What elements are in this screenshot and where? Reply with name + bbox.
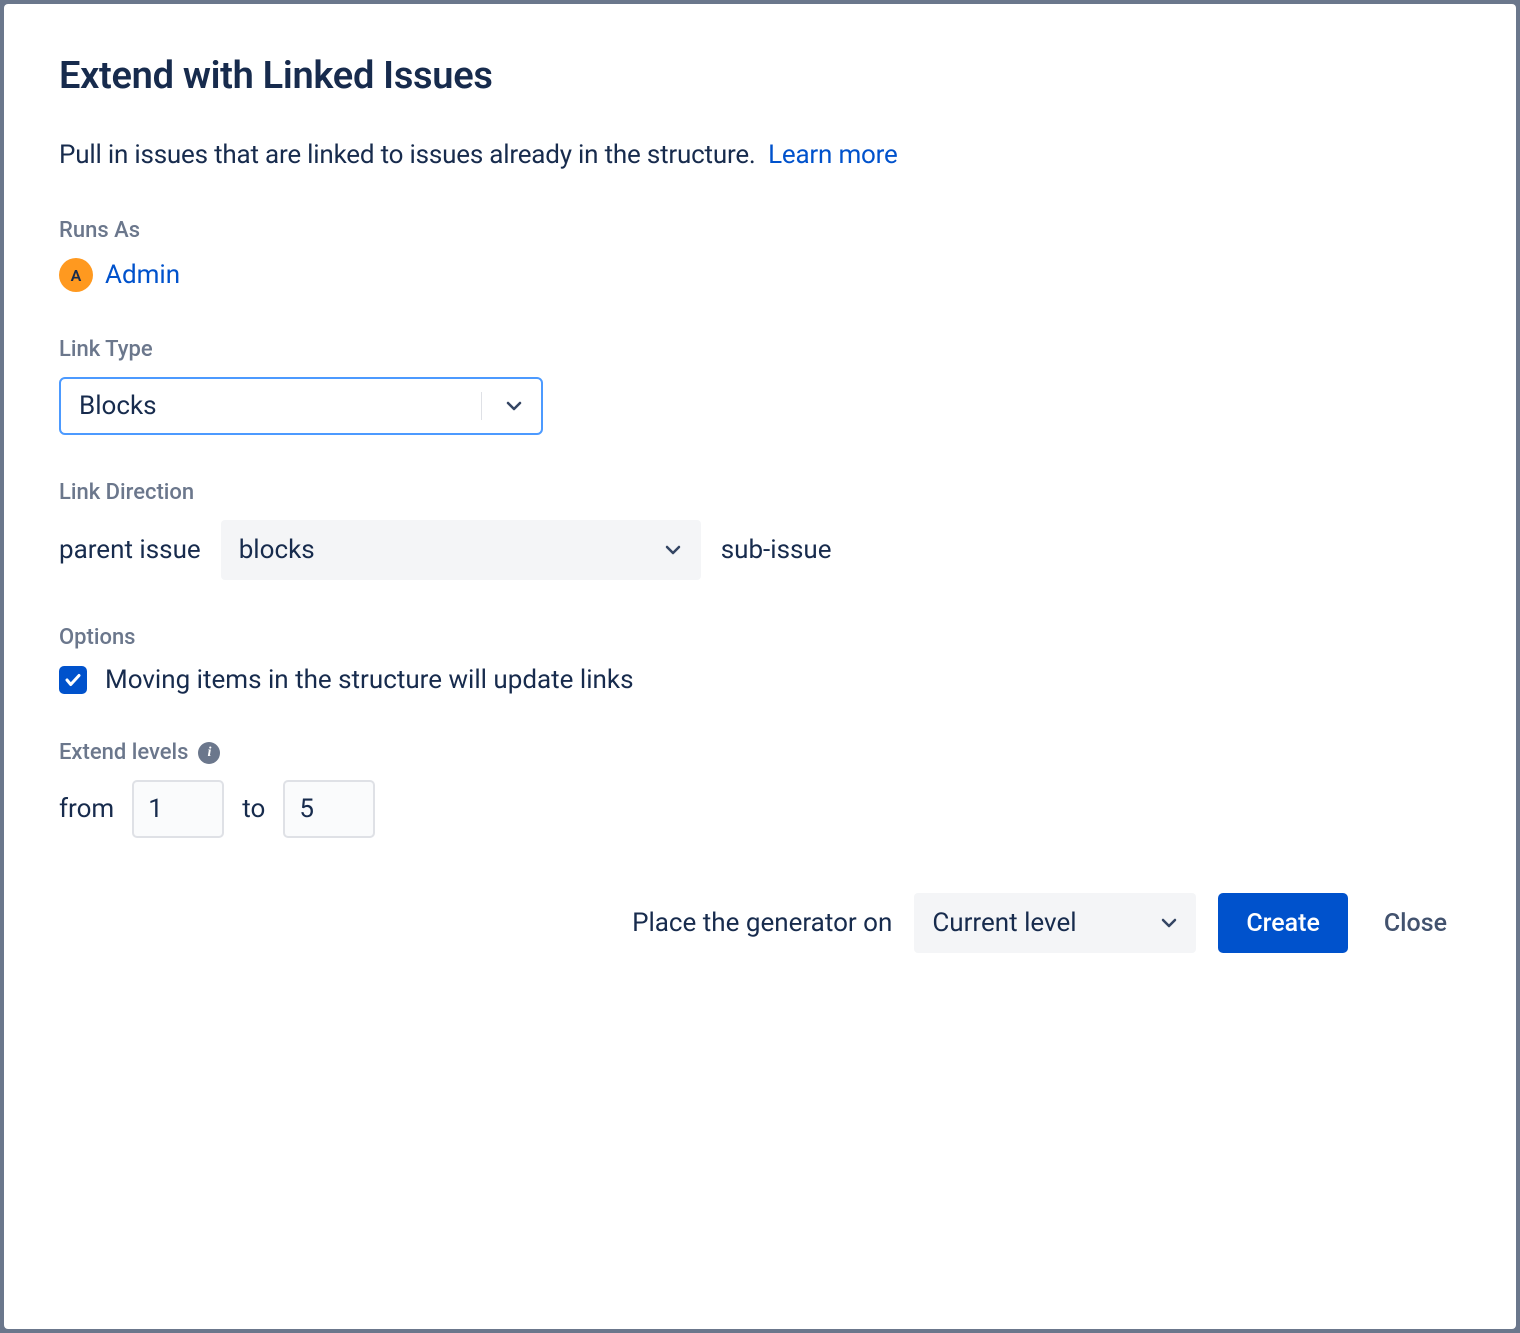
link-direction-row: parent issue blocks sub-issue	[59, 520, 1461, 580]
extend-levels-row: from to	[59, 780, 1461, 838]
select-arrow-zone	[486, 394, 541, 418]
to-label: to	[242, 794, 265, 824]
select-arrow-zone	[1141, 911, 1196, 935]
link-direction-label: Link Direction	[59, 480, 1461, 505]
update-links-checkbox-label: Moving items in the structure will updat…	[105, 665, 634, 695]
from-label: from	[59, 794, 114, 824]
chevron-down-icon	[661, 538, 685, 562]
dialog-description: Pull in issues that are linked to issues…	[59, 140, 1461, 170]
link-type-value: Blocks	[79, 391, 481, 421]
avatar: A	[59, 258, 93, 292]
link-type-label: Link Type	[59, 337, 1461, 362]
link-direction-left: parent issue	[59, 535, 201, 565]
select-divider	[481, 392, 482, 420]
extend-levels-field: Extend levels i from to	[59, 740, 1461, 838]
close-button[interactable]: Close	[1370, 893, 1461, 953]
select-arrow-zone	[646, 538, 701, 562]
dialog-footer: Place the generator on Current level Cre…	[59, 893, 1461, 953]
info-icon[interactable]: i	[198, 742, 220, 764]
chevron-down-icon	[502, 394, 526, 418]
update-links-checkbox[interactable]	[59, 666, 87, 694]
link-direction-right: sub-issue	[721, 535, 832, 565]
runs-as-label: Runs As	[59, 218, 1461, 243]
from-input[interactable]	[132, 780, 224, 838]
placement-value: Current level	[932, 908, 1141, 938]
link-direction-select[interactable]: blocks	[221, 520, 701, 580]
learn-more-link[interactable]: Learn more	[768, 140, 898, 170]
runs-as-row: A Admin	[59, 258, 1461, 292]
link-direction-value: blocks	[239, 535, 646, 565]
update-links-checkbox-row[interactable]: Moving items in the structure will updat…	[59, 665, 1461, 695]
link-type-select[interactable]: Blocks	[59, 377, 543, 435]
extend-levels-label: Extend levels i	[59, 740, 1461, 765]
link-type-field: Link Type Blocks	[59, 337, 1461, 435]
runs-as-user-link[interactable]: Admin	[105, 260, 180, 290]
check-icon	[64, 671, 82, 689]
options-field: Options Moving items in the structure wi…	[59, 625, 1461, 695]
placement-select[interactable]: Current level	[914, 893, 1196, 953]
to-input[interactable]	[283, 780, 375, 838]
placement-label: Place the generator on	[632, 908, 892, 938]
link-direction-field: Link Direction parent issue blocks sub-i…	[59, 480, 1461, 580]
options-label: Options	[59, 625, 1461, 650]
extend-levels-label-text: Extend levels	[59, 740, 188, 765]
create-button[interactable]: Create	[1218, 893, 1348, 953]
description-text: Pull in issues that are linked to issues…	[59, 140, 756, 170]
runs-as-field: Runs As A Admin	[59, 218, 1461, 292]
chevron-down-icon	[1157, 911, 1181, 935]
extend-linked-issues-dialog: Extend with Linked Issues Pull in issues…	[4, 4, 1516, 1329]
dialog-title: Extend with Linked Issues	[59, 54, 1461, 98]
